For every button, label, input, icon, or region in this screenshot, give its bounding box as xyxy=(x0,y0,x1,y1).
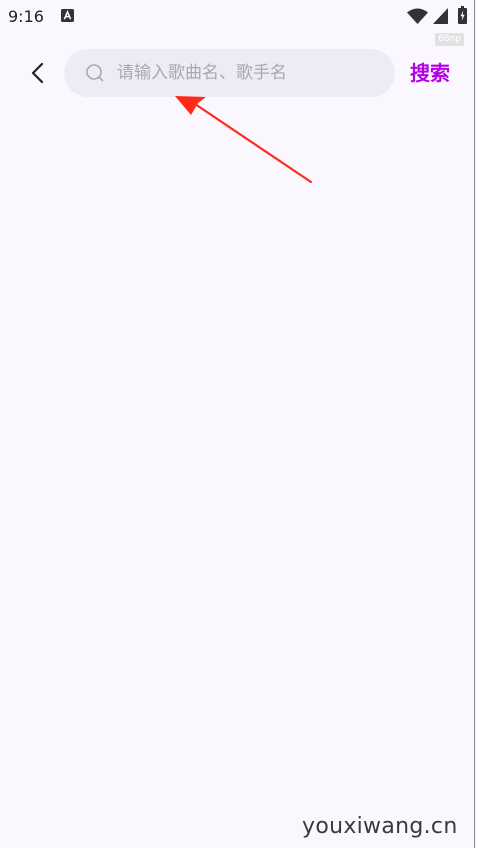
status-bar: 9:16 68np xyxy=(0,0,477,46)
watermark: youxiwang.cn xyxy=(302,814,458,839)
search-input[interactable] xyxy=(117,49,382,97)
chevron-left-icon xyxy=(31,62,44,84)
search-button[interactable]: 搜索 xyxy=(404,58,456,88)
a-letter-notification-icon xyxy=(61,9,74,22)
back-button[interactable] xyxy=(24,57,52,89)
red-arrow-icon xyxy=(175,96,313,184)
right-edge-divider xyxy=(474,0,475,848)
cell-signal-icon xyxy=(433,8,448,24)
wifi-icon xyxy=(407,8,428,24)
search-bar[interactable] xyxy=(64,49,395,97)
battery-charging-icon xyxy=(458,6,467,24)
status-time: 9:16 xyxy=(8,7,44,26)
network-speed-badge: 68np xyxy=(435,33,464,46)
search-icon xyxy=(86,64,104,82)
